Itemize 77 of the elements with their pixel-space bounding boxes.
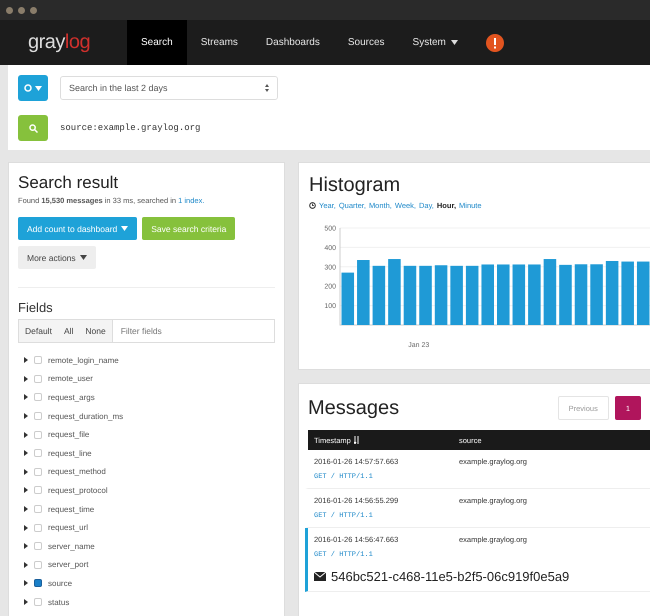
expand-icon[interactable] bbox=[24, 599, 28, 606]
expand-icon[interactable] bbox=[24, 468, 28, 475]
expand-icon[interactable] bbox=[24, 432, 28, 438]
sort-icon[interactable] bbox=[354, 436, 359, 444]
nav-tab[interactable]: Dashboards bbox=[252, 20, 334, 65]
histogram-bar bbox=[497, 264, 510, 325]
query-field[interactable]: source:example.graylog.org bbox=[60, 123, 200, 133]
panel-title: Histogram bbox=[309, 174, 400, 197]
histogram-bar bbox=[606, 260, 618, 325]
expand-icon[interactable] bbox=[24, 562, 28, 568]
expand-icon[interactable] bbox=[24, 357, 28, 364]
updown-icon bbox=[265, 84, 269, 92]
panel-title: Search result bbox=[18, 173, 118, 193]
nav-tab[interactable]: Sources bbox=[334, 20, 399, 65]
field-name: status bbox=[48, 598, 70, 607]
histogram-bar bbox=[357, 260, 370, 325]
checkbox[interactable] bbox=[34, 579, 42, 588]
section-title: Fields bbox=[18, 300, 53, 315]
histogram-bar bbox=[559, 264, 572, 325]
field-name: request_time bbox=[48, 504, 94, 514]
expand-icon[interactable] bbox=[24, 580, 28, 586]
histogram-bar bbox=[544, 259, 556, 325]
search-type-button[interactable] bbox=[18, 75, 48, 101]
histogram-bar bbox=[388, 259, 401, 325]
expand-icon[interactable] bbox=[24, 524, 28, 531]
histogram-bar bbox=[512, 264, 526, 325]
field-name: request_method bbox=[48, 467, 106, 476]
expand-icon[interactable] bbox=[24, 394, 28, 400]
expand-icon[interactable] bbox=[24, 487, 28, 494]
notification-icon[interactable] bbox=[486, 34, 504, 52]
field-name: request_url bbox=[48, 523, 88, 532]
nav-tab[interactable]: System bbox=[398, 20, 472, 65]
histogram-bar bbox=[481, 264, 494, 325]
field-name: remote_login_name bbox=[48, 356, 119, 365]
field-name: server_name bbox=[48, 542, 95, 551]
histogram-bar bbox=[434, 265, 448, 325]
histogram-bar bbox=[621, 262, 634, 325]
action-button[interactable]: More actions bbox=[18, 246, 96, 269]
expand-icon[interactable] bbox=[24, 413, 28, 420]
field-name: request_duration_ms bbox=[48, 412, 124, 421]
panel-title: Messages bbox=[308, 396, 400, 420]
search-button[interactable] bbox=[18, 115, 48, 141]
field-name: request_args bbox=[48, 392, 95, 402]
filter-field[interactable]: Filter fields bbox=[112, 319, 275, 343]
histogram-bar bbox=[372, 266, 386, 325]
histogram-bar bbox=[466, 266, 478, 325]
circle-icon bbox=[24, 84, 32, 92]
search-icon bbox=[28, 124, 38, 132]
envelope-icon bbox=[314, 572, 326, 581]
clock-icon bbox=[309, 202, 316, 209]
filter-button[interactable]: None bbox=[79, 320, 112, 342]
field-name: source bbox=[48, 578, 72, 588]
histogram-bar bbox=[528, 264, 541, 325]
expand-icon[interactable] bbox=[24, 506, 28, 512]
histogram-bar bbox=[574, 264, 588, 325]
nav-tab[interactable]: Search bbox=[127, 20, 187, 65]
field-name: request_file bbox=[48, 430, 90, 440]
histogram-bar bbox=[404, 266, 416, 325]
histogram-bar bbox=[636, 262, 650, 325]
filter-button[interactable]: All bbox=[58, 320, 80, 342]
field-name: server_port bbox=[48, 560, 88, 570]
expand-icon[interactable] bbox=[24, 450, 28, 456]
time-range-select[interactable]: Search in the last 2 days bbox=[60, 76, 278, 100]
histogram-bar bbox=[342, 272, 354, 325]
message-id: 546bc521-c468-11e5-b2f5-06c919f0e5a9 bbox=[331, 569, 570, 584]
caret-icon bbox=[35, 86, 42, 90]
histogram-bar bbox=[590, 264, 603, 325]
expand-icon[interactable] bbox=[24, 543, 28, 550]
nav-tab[interactable]: Streams bbox=[186, 20, 252, 65]
field-name: remote_user bbox=[48, 374, 93, 384]
expand-icon[interactable] bbox=[24, 376, 28, 382]
graylog-logo[interactable]: graylog bbox=[28, 31, 127, 54]
field-name: request_protocol bbox=[48, 486, 108, 495]
field-name: request_line bbox=[48, 448, 92, 458]
histogram-bar bbox=[419, 266, 432, 325]
filter-button[interactable]: Default bbox=[19, 320, 58, 342]
histogram-bar bbox=[450, 266, 463, 325]
